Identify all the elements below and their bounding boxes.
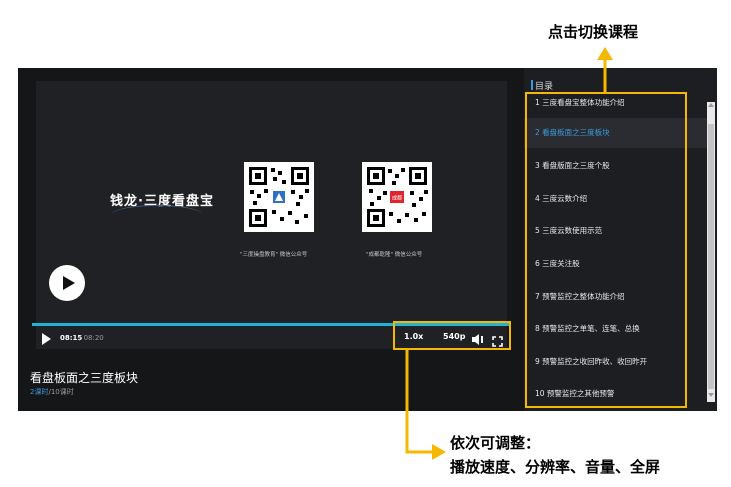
arrow-right-icon	[432, 444, 446, 460]
annotation-note-top: 点击切换课程	[548, 23, 639, 41]
annotation-note-bottom-2: 播放速度、分辨率、音量、全屏	[450, 458, 661, 476]
arrow-up-icon	[597, 47, 613, 60]
arrow-right-line	[405, 350, 436, 454]
annotation-note-bottom-1: 依次可调整：	[450, 434, 541, 452]
annotation-arrows	[405, 47, 613, 460]
